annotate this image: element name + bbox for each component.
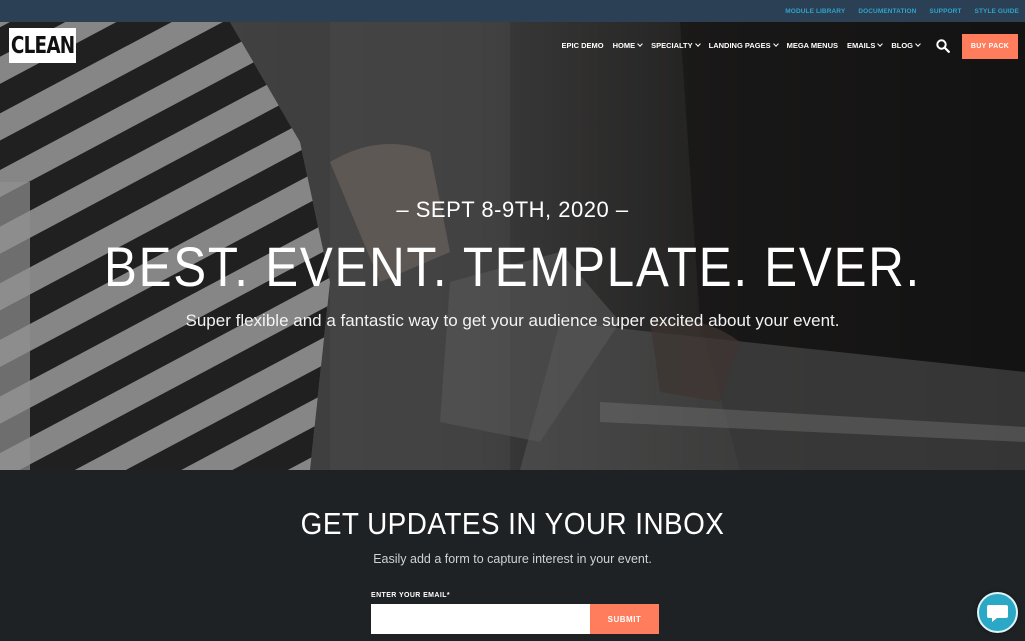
nav-item-label: BLOG [891, 41, 913, 50]
nav-item-label: SPECIALTY [651, 41, 693, 50]
topbar-link-style-guide[interactable]: STYLE GUIDE [975, 8, 1019, 15]
nav-item-landing-pages[interactable]: LANDING PAGES [708, 41, 779, 50]
submit-button[interactable]: SUBMIT [590, 604, 659, 634]
topbar-link-module-library[interactable]: MODULE LIBRARY [785, 8, 845, 15]
hero-content: – SEPT 8-9TH, 2020 – BEST. EVENT. TEMPLA… [0, 22, 1025, 470]
updates-title: GET UPDATES IN YOUR INBOX [300, 506, 725, 541]
topbar-link-support[interactable]: SUPPORT [929, 8, 961, 15]
top-utility-bar: MODULE LIBRARY DOCUMENTATION SUPPORT STY… [0, 0, 1025, 22]
nav-item-label: EMAILS [846, 41, 876, 50]
chat-bubble-icon [987, 605, 1008, 622]
updates-subtitle: Easily add a form to capture interest in… [373, 552, 652, 566]
nav-item-blog[interactable]: BLOG [891, 41, 921, 50]
nav-item-emails[interactable]: EMAILS [846, 41, 884, 50]
email-label: ENTER YOUR EMAIL* [371, 592, 451, 599]
chevron-down-icon [877, 41, 884, 47]
hero-headline: BEST. EVENT. TEMPLATE. EVER. [104, 235, 921, 298]
nav-item-mega-menus[interactable]: MEGA MENUS [787, 41, 838, 50]
nav-item-specialty[interactable]: SPECIALTY [651, 41, 701, 50]
clean-logo[interactable]: CLEAN [9, 28, 76, 63]
nav-menu: EPIC DEMO HOME SPECIALTY LANDING PAGES M… [553, 41, 921, 50]
nav-item-label: EPIC DEMO [561, 41, 604, 50]
chevron-down-icon [915, 41, 921, 47]
buy-pack-button[interactable]: BUY PACK [962, 34, 1018, 59]
nav-item-label: HOME [612, 41, 636, 50]
main-navigation: CLEAN EPIC DEMO HOME SPECIALTY LANDING P… [0, 22, 1025, 70]
nav-item-home[interactable]: HOME [613, 41, 643, 50]
search-icon[interactable] [936, 39, 950, 53]
nav-item-label: MEGA MENUS [786, 41, 838, 50]
nav-item-label: LANDING PAGES [708, 41, 771, 50]
hero-tagline: Super flexible and a fantastic way to ge… [185, 311, 840, 330]
event-date: – SEPT 8-9TH, 2020 – [396, 197, 629, 222]
chevron-down-icon [772, 41, 779, 47]
updates-section: GET UPDATES IN YOUR INBOX Easily add a f… [0, 470, 1025, 641]
chevron-down-icon [637, 41, 643, 47]
logo-text: CLEAN [10, 32, 75, 59]
chevron-down-icon [694, 41, 701, 47]
chat-widget-button[interactable] [977, 592, 1018, 633]
email-field[interactable] [371, 604, 590, 634]
nav-item-epic-demo[interactable]: EPIC DEMO [562, 41, 604, 50]
topbar-link-documentation[interactable]: DOCUMENTATION [858, 8, 916, 15]
